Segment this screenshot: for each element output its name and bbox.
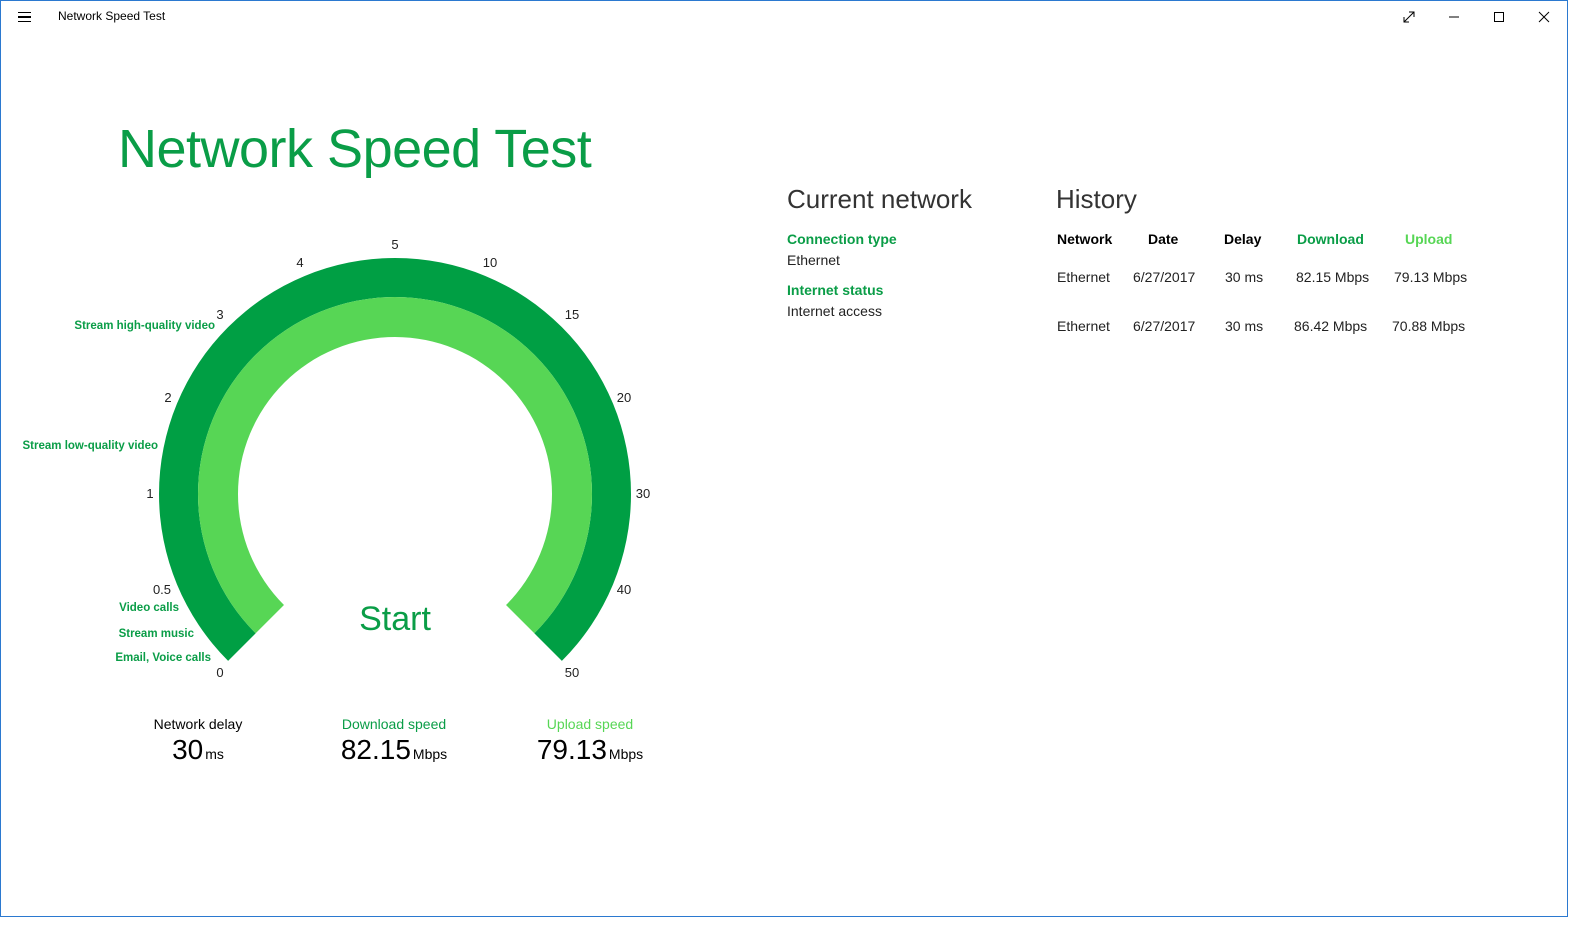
connection-type-label: Connection type bbox=[787, 231, 897, 247]
upload-speed-metric: Upload speed 79.13 Mbps bbox=[515, 716, 665, 766]
close-button[interactable] bbox=[1521, 1, 1567, 33]
history-cell: Ethernet bbox=[1057, 269, 1110, 285]
current-network-title: Current network bbox=[787, 184, 972, 214]
history-cell: 30 ms bbox=[1225, 318, 1264, 334]
history-cell: 70.88 Mbps bbox=[1392, 318, 1466, 334]
gauge-threshold-label: Email, Voice calls bbox=[115, 652, 211, 664]
gauge-tick-label: 40 bbox=[617, 582, 631, 597]
history-cell: 79.13 Mbps bbox=[1394, 269, 1468, 285]
network-delay-unit: ms bbox=[205, 746, 224, 762]
history-cell: 82.15 Mbps bbox=[1296, 269, 1370, 285]
gauge-threshold-label: Stream high-quality video bbox=[74, 320, 215, 332]
upload-speed-label: Upload speed bbox=[546, 716, 634, 732]
window-title: Network Speed Test bbox=[58, 9, 166, 23]
close-icon bbox=[1538, 11, 1550, 23]
maximize-icon bbox=[1494, 12, 1504, 22]
full-screen-button[interactable] bbox=[1386, 1, 1432, 33]
page-title: Network Speed Test bbox=[118, 119, 592, 179]
gauge-tick-label: 1 bbox=[146, 486, 153, 501]
history-header-download: Download bbox=[1297, 231, 1364, 247]
history-header-upload: Upload bbox=[1405, 231, 1453, 247]
internet-status-value: Internet access bbox=[787, 303, 882, 319]
gauge-tick-label: 0 bbox=[216, 665, 223, 680]
gauge-tick-label: 2 bbox=[164, 390, 171, 405]
download-speed-metric: Download speed 82.15 Mbps bbox=[319, 716, 469, 766]
history-cell: 6/27/2017 bbox=[1133, 318, 1196, 334]
minimize-button[interactable] bbox=[1431, 1, 1477, 33]
app-window: Network Speed Test Network Speed Test 0 … bbox=[0, 0, 1568, 917]
connection-type-value: Ethernet bbox=[787, 252, 840, 268]
history-header-delay: Delay bbox=[1224, 231, 1262, 247]
start-button[interactable]: Start bbox=[359, 600, 431, 638]
gauge-tick-label: 15 bbox=[565, 307, 579, 322]
network-delay-label: Network delay bbox=[153, 716, 243, 732]
download-speed-label: Download speed bbox=[341, 716, 447, 732]
history-cell: 86.42 Mbps bbox=[1294, 318, 1368, 334]
gauge-threshold-label: Video calls bbox=[119, 602, 179, 614]
history-header-network: Network bbox=[1057, 231, 1113, 247]
gauge-tick-label: 50 bbox=[565, 665, 579, 680]
gauge-tick-label: 4 bbox=[296, 255, 303, 270]
network-delay-metric: Network delay 30 ms bbox=[133, 716, 263, 766]
history-header-date: Date bbox=[1148, 231, 1179, 247]
minimize-icon bbox=[1449, 16, 1459, 18]
gauge-tick-label: 20 bbox=[617, 390, 631, 405]
gauge-tick-label: 5 bbox=[391, 237, 398, 252]
download-speed-value: 82.15 bbox=[340, 734, 411, 765]
history-cell: 30 ms bbox=[1225, 269, 1264, 285]
title-bar: Network Speed Test bbox=[1, 1, 1567, 33]
gauge-tick-label: 30 bbox=[636, 486, 650, 501]
network-delay-value: 30 bbox=[172, 734, 204, 765]
upload-speed-unit: Mbps bbox=[608, 746, 644, 762]
expand-icon bbox=[1403, 11, 1415, 23]
internet-status-label: Internet status bbox=[787, 282, 884, 298]
upload-speed-value: 79.13 bbox=[536, 734, 607, 765]
history-cell: 6/27/2017 bbox=[1133, 269, 1196, 285]
gauge-tick-label: 0.5 bbox=[153, 582, 171, 597]
maximize-button[interactable] bbox=[1476, 1, 1522, 33]
download-speed-unit: Mbps bbox=[412, 746, 448, 762]
gauge-tick-label: 3 bbox=[216, 307, 223, 322]
gauge-tick-label: 10 bbox=[483, 255, 497, 270]
history-title: History bbox=[1056, 184, 1137, 214]
hamburger-menu-icon[interactable] bbox=[13, 7, 35, 27]
gauge-threshold-label: Stream music bbox=[119, 628, 195, 640]
gauge-threshold-label: Stream low-quality video bbox=[23, 440, 158, 452]
speed-gauge: 0 0.5 1 2 3 4 5 10 15 20 30 40 50 Email, Voice calls… bbox=[23, 237, 651, 680]
history-cell: Ethernet bbox=[1057, 318, 1110, 334]
